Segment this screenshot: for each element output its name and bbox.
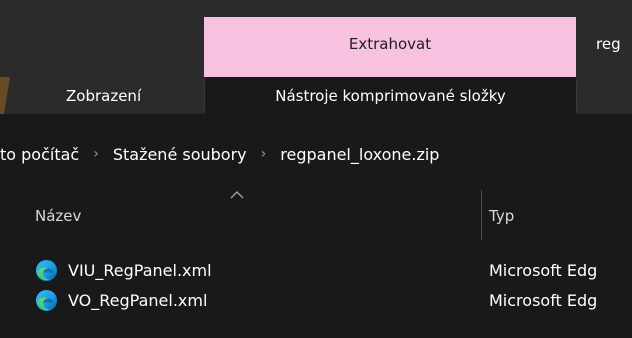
tab-compressed-folder-tools-label: Nástroje komprimované složky [275,86,506,105]
file-row[interactable]: VO_RegPanel.xml Microsoft Edg [0,286,632,316]
ribbon-tabs-row: Zobrazení Nástroje komprimované složky [0,77,632,114]
edge-icon [35,289,58,312]
column-header-name[interactable]: Název [35,207,81,225]
sort-ascending-icon [230,191,244,199]
column-header-type[interactable]: Typ [489,207,514,225]
tab-extract[interactable]: Extrahovat [204,17,576,79]
tab-compressed-folder-tools[interactable]: Nástroje komprimované složky [205,77,576,114]
column-resize-handle[interactable] [481,190,482,240]
tab-view[interactable]: Zobrazení [66,77,141,114]
breadcrumb-separator-icon[interactable]: › [261,146,267,162]
file-row[interactable]: VIU_RegPanel.xml Microsoft Edg [0,256,632,286]
file-type: Microsoft Edg [489,261,598,280]
file-type: Microsoft Edg [489,291,598,310]
breadcrumb-item-zip[interactable]: regpanel_loxone.zip [280,145,439,164]
breadcrumb-separator-icon[interactable]: › [93,146,99,162]
context-tab-header: Extrahovat reg [0,17,632,79]
address-bar[interactable]: to počítač › Stažené soubory › regpanel_… [0,126,632,182]
tab-overflow-label: reg [596,35,621,53]
file-name: VIU_RegPanel.xml [68,261,212,280]
tab-divider [576,81,577,111]
tab-overflow[interactable]: reg [576,17,632,78]
file-explorer-window: Extrahovat reg Zobrazení Nástroje kompri… [0,0,632,338]
breadcrumb: to počítač › Stažené soubory › regpanel_… [0,140,439,168]
breadcrumb-item-downloads[interactable]: Stažené soubory [113,145,247,164]
edge-icon [35,259,58,282]
tab-view-label: Zobrazení [66,86,142,105]
breadcrumb-item-this-pc[interactable]: to počítač [0,145,79,164]
tab-extract-label: Extrahovat [348,35,432,53]
column-header-row: Název Typ [0,186,632,244]
file-name: VO_RegPanel.xml [68,291,208,310]
ribbon-blank-area [0,17,204,78]
